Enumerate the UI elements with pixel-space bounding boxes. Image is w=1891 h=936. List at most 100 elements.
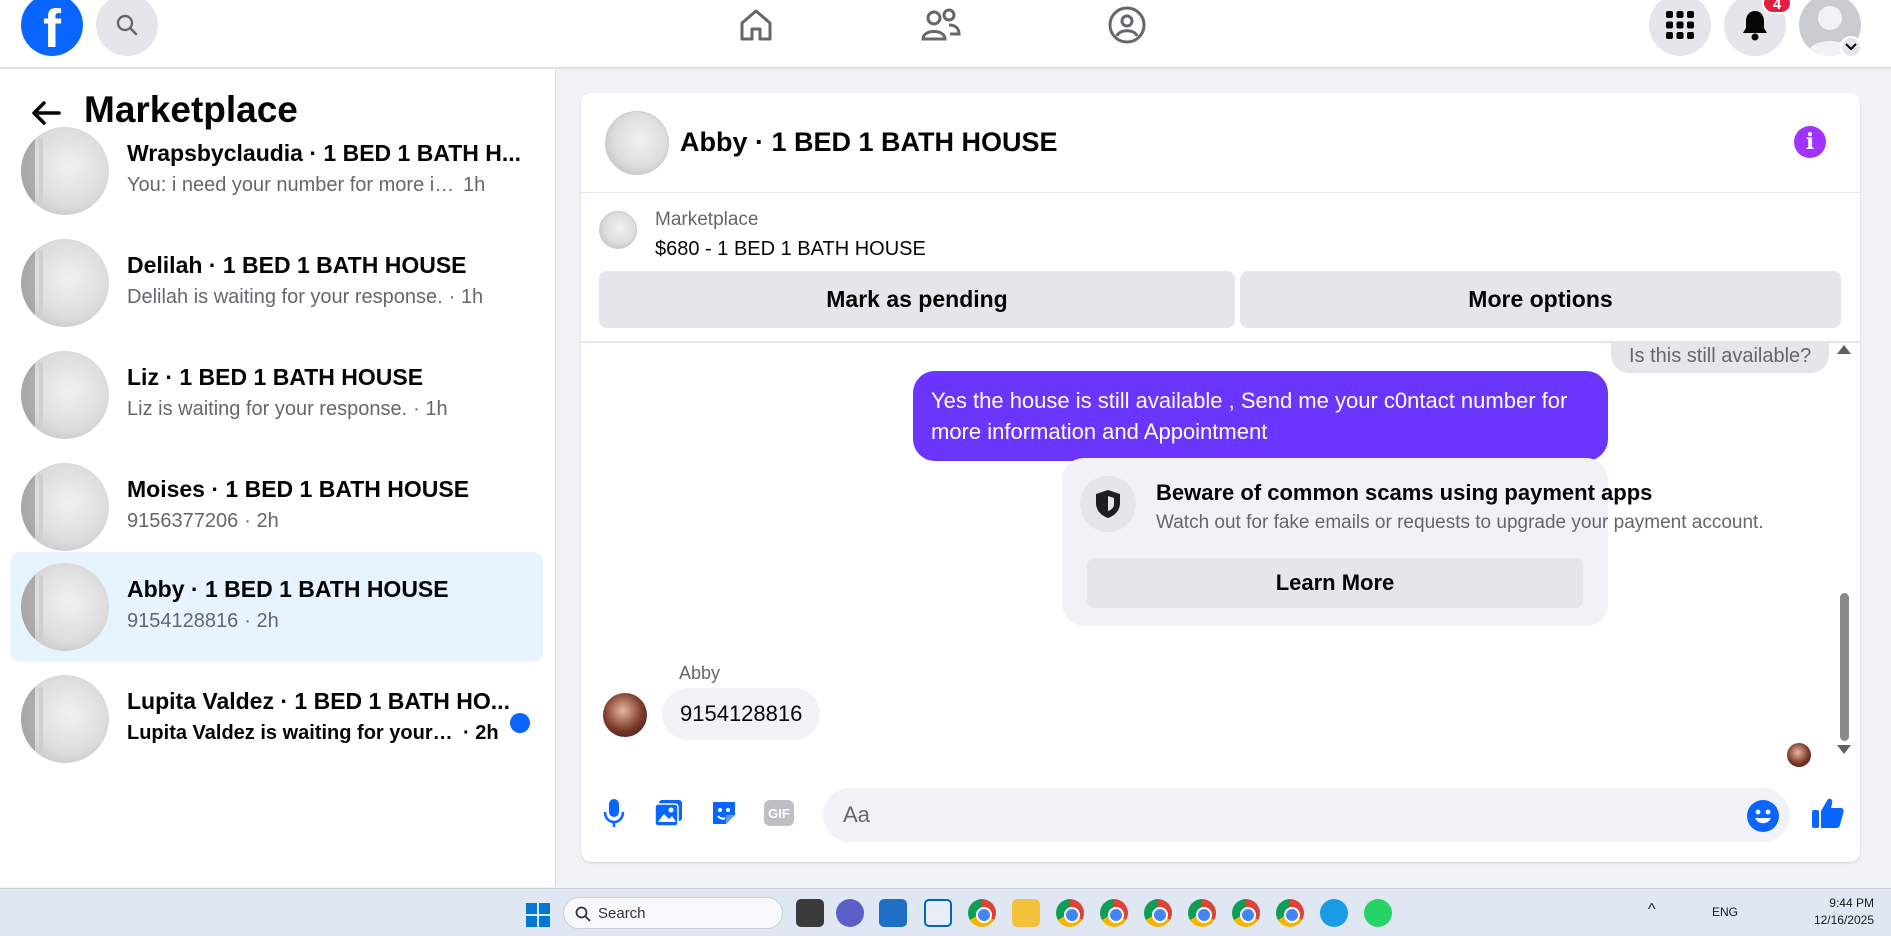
conversation-time: · 2h (244, 510, 279, 532)
account-menu-chevron[interactable] (1840, 36, 1862, 58)
conversation-preview: 9156377206 (127, 510, 239, 532)
conversation-name: Abby · 1 BED 1 BATH HOUSE (127, 576, 449, 602)
scroll-up-arrow[interactable] (1837, 345, 1851, 354)
conversation-name: Wrapsbyclaudia · 1 BED 1 BATH H... (127, 140, 522, 166)
chat-panel: Abby · 1 BED 1 BATH HOUSE i Marketplace … (581, 93, 1860, 862)
file-explorer-icon[interactable] (1012, 899, 1040, 927)
nav-friends[interactable] (917, 2, 965, 48)
thumbs-up-icon (1812, 798, 1844, 828)
emoji-button[interactable] (1747, 800, 1779, 832)
conversation-subtitle: 9156377206 · 2h (127, 510, 279, 533)
conversation-subtitle: 9154128816 · 2h (127, 610, 279, 633)
microphone-icon (603, 799, 625, 827)
mark-as-pending-button[interactable]: Mark as pending (599, 271, 1235, 328)
attach-media-button[interactable] (649, 793, 689, 833)
more-options-button[interactable]: More options (1240, 271, 1841, 328)
teams-icon[interactable] (836, 899, 864, 927)
learn-more-button[interactable]: Learn More (1087, 558, 1583, 608)
conversation-item[interactable]: Liz · 1 BED 1 BATH HOUSE Liz is waiting f… (10, 340, 543, 450)
conversation-preview: You: i need your number for more inf... (127, 174, 457, 196)
chrome-profile-icon[interactable] (1144, 899, 1172, 927)
listing-source: Marketplace (655, 209, 759, 230)
conversation-time: 1h (463, 174, 486, 196)
facebook-logo[interactable]: f (21, 0, 83, 56)
chrome-icon[interactable] (968, 899, 996, 927)
clock-time[interactable]: 9:44 PM (1810, 896, 1874, 910)
search-button[interactable] (96, 0, 158, 56)
whatsapp-icon[interactable] (1364, 899, 1392, 927)
scroll-thumb[interactable] (1840, 593, 1849, 741)
conversation-item[interactable]: Wrapsbyclaudia · 1 BED 1 BATH H... You: i… (10, 116, 543, 226)
windows-start-icon[interactable] (526, 903, 550, 927)
chrome-profile-icon[interactable] (1232, 899, 1260, 927)
conversation-preview: Liz is waiting for your response. (127, 398, 408, 420)
top-navigation-bar: f 4 (0, 0, 1891, 68)
chrome-profile-icon[interactable] (1188, 899, 1216, 927)
sticker-icon (713, 802, 735, 824)
listing-thumbnail[interactable] (599, 211, 637, 249)
conversation-name: Lupita Valdez · 1 BED 1 BATH HO... (127, 688, 510, 714)
sender-avatar[interactable] (603, 693, 647, 737)
notification-count-badge: 4 (1762, 0, 1792, 14)
language-indicator[interactable]: ENG (1712, 905, 1738, 919)
scam-warning-title: Beware of common scams using payment app… (1156, 480, 1653, 505)
smiley-icon (1755, 809, 1771, 824)
gif-icon: GIF (764, 800, 794, 826)
friends-icon (921, 8, 961, 41)
conversation-subtitle: You: i need your number for more inf... 1… (127, 174, 485, 197)
conversation-item[interactable]: Moises · 1 BED 1 BATH HOUSE 9156377206 · 2… (10, 452, 543, 562)
previous-message-bubble: Is this still available? (1611, 343, 1830, 373)
chat-title[interactable]: Abby · 1 BED 1 BATH HOUSE (680, 127, 1058, 158)
message-composer: GIF (581, 783, 1860, 855)
sender-name: Abby (679, 663, 721, 683)
chrome-profile-icon[interactable] (1056, 899, 1084, 927)
conversation-thumbnail (21, 127, 109, 215)
search-icon (116, 14, 138, 36)
edge-icon[interactable] (1320, 899, 1348, 927)
conversation-subtitle: Delilah is waiting for your response. · 1… (127, 286, 483, 309)
conversation-preview: Lupita Valdez is waiting for your re... (127, 722, 457, 744)
gif-button[interactable]: GIF (759, 793, 799, 833)
conversation-name: Delilah · 1 BED 1 BATH HOUSE (127, 252, 467, 278)
conversation-item[interactable]: Delilah · 1 BED 1 BATH HOUSE Delilah is w… (10, 228, 543, 338)
conversation-item[interactable]: Lupita Valdez · 1 BED 1 BATH HO... Lupita… (10, 664, 543, 774)
menu-button[interactable] (1649, 0, 1711, 56)
chevron-down-icon (1845, 43, 1857, 51)
info-icon[interactable]: i (1794, 126, 1826, 158)
conversation-name: Moises · 1 BED 1 BATH HOUSE (127, 476, 470, 502)
conversation-time: · 2h (463, 722, 499, 744)
chrome-profile-icon[interactable] (1276, 899, 1304, 927)
conversation-thumbnail (21, 563, 109, 651)
shield-icon (1096, 490, 1120, 518)
windows-taskbar: Search ^ ENG 9:44 PM 12/16/2025 (0, 888, 1891, 936)
conversation-item[interactable]: Abby · 1 BED 1 BATH HOUSE 9154128816 · 2h (10, 552, 543, 662)
conversation-time: · 1h (413, 398, 448, 420)
like-button[interactable] (1808, 793, 1848, 833)
scroll-down-arrow[interactable] (1837, 745, 1851, 754)
listing-price-title[interactable]: $680 - 1 BED 1 BATH HOUSE (655, 238, 926, 261)
seen-indicator-avatar (1787, 743, 1811, 767)
nav-groups[interactable] (1103, 2, 1151, 48)
message-scrollbar[interactable] (1837, 345, 1853, 755)
store-icon[interactable] (879, 899, 907, 927)
conversation-subtitle: Lupita Valdez is waiting for your re... ·… (127, 722, 499, 745)
sticker-button[interactable] (704, 793, 744, 833)
conversation-name: Liz · 1 BED 1 BATH HOUSE (127, 364, 424, 390)
tray-chevron-up-icon[interactable]: ^ (1648, 901, 1656, 919)
chrome-profile-icon[interactable] (1100, 899, 1128, 927)
nav-home[interactable] (732, 2, 780, 48)
conversation-sidebar: Marketplace Wrapsbyclaudia · 1 BED 1 BAT… (0, 69, 556, 887)
voice-clip-button[interactable] (594, 793, 634, 833)
outgoing-message-bubble: Yes the house is still available , Send … (913, 371, 1608, 461)
task-view-icon[interactable] (796, 899, 824, 927)
message-input[interactable] (823, 788, 1790, 842)
clock-date[interactable]: 12/16/2025 (1800, 913, 1874, 927)
conversation-thumbnail (21, 239, 109, 327)
conversation-time: · 1h (448, 286, 484, 308)
groups-icon (1108, 6, 1146, 44)
taskbar-search-label: Search (598, 904, 646, 922)
listing-avatar[interactable] (605, 111, 669, 175)
conversation-thumbnail (21, 351, 109, 439)
snipping-tool-icon[interactable] (924, 899, 952, 927)
taskbar-search[interactable]: Search (563, 897, 783, 929)
